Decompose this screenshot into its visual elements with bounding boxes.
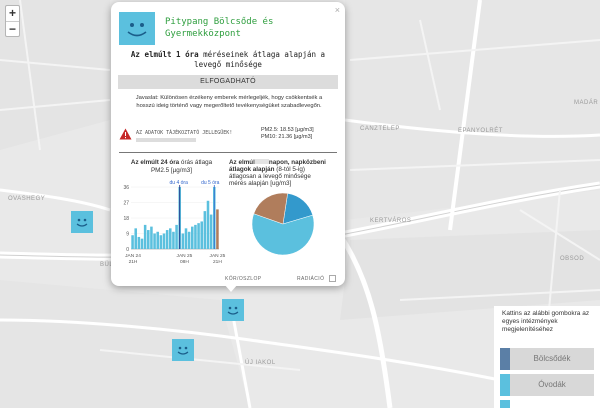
bar [203, 211, 207, 249]
map-label-madar: MADÁR [574, 100, 599, 106]
x-tick-label: 08H [180, 259, 189, 265]
chart1-title-bold: Az elmúlt 24 óra [130, 159, 180, 166]
map-label-ujiakol: ÚJ IAKOL [245, 360, 276, 366]
bar [197, 223, 200, 249]
zoom-control: + − [5, 5, 20, 37]
bar [165, 230, 169, 249]
bar [156, 231, 159, 249]
chart2-title-l3: átlagosan a levegő minősége [229, 173, 311, 180]
subtitle-period: Az elmúlt 1 óra [130, 50, 199, 59]
close-icon[interactable]: × [335, 5, 340, 15]
bar [175, 224, 178, 249]
bar [181, 233, 185, 249]
chart2-title-l2b: (8-tól 5-ig) [274, 166, 305, 173]
map-label-kertvaros: KERTVÁROS [370, 218, 412, 224]
divider [119, 152, 337, 153]
nursery-marker-3[interactable] [172, 339, 194, 361]
y-tick-label: 36 [123, 185, 129, 191]
x-tick-label: JAN 24 [125, 253, 141, 259]
bar [159, 235, 163, 249]
y-tick-label: 0 [126, 247, 129, 253]
warning-icon [119, 128, 132, 140]
quality-subtitle: Az elmúlt 1 óra méréseinek átlaga alapjá… [121, 50, 335, 70]
chart2-title: Az elmúl napon, napközbeni átlagok alapjá… [229, 159, 341, 187]
legend-button-more[interactable] [500, 400, 594, 408]
radiation-label: RADIÁCIÓ [297, 276, 325, 282]
bar [187, 231, 191, 249]
bar [131, 235, 134, 249]
warning-row: AZ ADATOK TÁJÉKOZTATÓ JELLEGŰEK! PM2.5: … [119, 127, 339, 149]
bar [194, 224, 197, 249]
bar [147, 230, 150, 249]
pm25-value: PM2.5: 18.53 [µg/m3] [261, 127, 314, 133]
chart1-unit: PM2.5 [µg/m3] [150, 166, 193, 174]
bar [143, 224, 147, 249]
zoom-out-button[interactable]: − [6, 21, 19, 36]
bar [140, 238, 144, 249]
nursery-marker-1[interactable] [71, 211, 93, 233]
institution-title: Pitypang Bölcsőde és Gyermekközpont [165, 17, 274, 39]
bar [191, 226, 194, 249]
pm10-value: PM10: 21.36 [µg/m3] [261, 134, 313, 140]
chart2-title-b: napon, napközbeni [268, 159, 326, 166]
bar [172, 231, 175, 249]
legend-label: Óvodák [510, 374, 594, 396]
zoom-in-button[interactable]: + [6, 6, 19, 21]
bar [200, 221, 203, 249]
x-tick-label: 21H [213, 259, 222, 265]
marker-label: du 4 óra [170, 180, 189, 186]
air-quality-rating: ELFOGADHATÓ [118, 75, 338, 89]
marker-label: du 5 óra [201, 180, 220, 186]
legend-swatch [500, 348, 510, 370]
legend-button-ovodak[interactable]: Óvodák [500, 374, 594, 396]
legend-button-bolcsodek[interactable]: Bölcsődék [500, 348, 594, 370]
map-label-obsod: OBSOD [560, 256, 585, 262]
bar [150, 226, 153, 249]
nursery-marker-2[interactable] [222, 299, 244, 321]
bar [162, 233, 166, 249]
bar [209, 214, 213, 249]
y-tick-label: 18 [123, 216, 129, 222]
legend-swatch [500, 400, 510, 408]
chart2-title-l2: átlagok alapján [229, 166, 275, 173]
chart1-title: Az elmúlt 24 óra órás átlaga PM2.5 [µg/m… [119, 159, 224, 174]
smiley-icon [227, 306, 239, 315]
bar [184, 228, 188, 249]
bar [216, 209, 219, 249]
bar [137, 236, 141, 249]
blurred-text [136, 138, 196, 142]
bar [153, 233, 156, 249]
x-tick-label: 21H [129, 259, 138, 265]
map-label-epanyolret: EPANYOLRÉT [458, 128, 503, 134]
legend-swatch [500, 374, 510, 396]
radiation-checkbox[interactable] [329, 275, 336, 282]
advice-text: Javaslat: Különösen érzékeny emberek mér… [135, 95, 323, 109]
smiley-icon [177, 346, 189, 355]
smiley-logo-icon [119, 12, 155, 45]
map-label-canztelep: CANZTELEP [360, 126, 400, 132]
smiley-icon [76, 218, 88, 227]
bar [206, 200, 210, 249]
chart2-title-l4: mérés alapján [ug/m3] [229, 180, 292, 187]
bar [134, 228, 137, 249]
daily-pie-chart [251, 192, 315, 256]
legend-label: Bölcsődék [510, 348, 594, 370]
hourly-bar-chart: 36271890du 4 óra du 5 óraJAN 2421HJAN 250… [123, 180, 226, 265]
x-tick-label: JAN 25 [210, 253, 226, 259]
warning-text: AZ ADATOK TÁJÉKOZTATÓ JELLEGŰEK! [136, 130, 233, 136]
pm-values: PM2.5: 18.53 [µg/m3] PM10: 21.36 [µg/m3] [261, 127, 314, 141]
subtitle-rest: méréseinek átlaga alapján a levegő minős… [194, 50, 326, 69]
x-tick-label: JAN 25 [177, 253, 193, 259]
info-popup: × Pitypang Bölcsőde és Gyermekközpont Az… [111, 2, 345, 286]
chart2-title-a: Az elmúl [229, 159, 255, 166]
popup-tip [224, 284, 238, 292]
y-tick-label: 27 [123, 201, 129, 207]
chart1-title-rest: órás átlaga [179, 159, 213, 166]
legend-text: Kattins az alábbi gombokra az egyes inté… [502, 310, 590, 333]
legend-panel: Kattins az alábbi gombokra az egyes inté… [494, 306, 600, 408]
y-tick-label: 9 [126, 232, 129, 238]
map-label-ovashegy: OVASHEGY [8, 196, 46, 202]
circle-column-toggle[interactable]: KÖR/OSZLOP [225, 276, 262, 282]
bar [169, 228, 172, 249]
